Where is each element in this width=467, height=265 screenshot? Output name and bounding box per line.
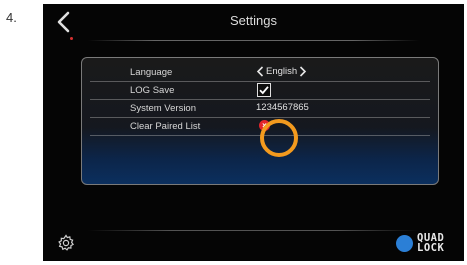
language-prev-chevron-icon[interactable] (256, 66, 265, 77)
language-label: Language (130, 67, 173, 78)
quad-lock-logo-text: QUAD LOCK (417, 233, 457, 254)
language-value: English (266, 66, 298, 77)
clear-paired-list-label: Clear Paired List (130, 121, 201, 132)
device-screen: Settings Language English LOG Save Syste… (43, 4, 464, 261)
footer-divider (88, 230, 419, 231)
language-next-chevron-icon[interactable] (298, 66, 307, 77)
step-number: 4. (6, 10, 17, 25)
page-title: Settings (230, 13, 277, 28)
system-version-row: System Version 1234567865 (90, 100, 430, 118)
quad-lock-logo-icon (396, 235, 413, 252)
log-save-checkbox[interactable] (257, 83, 271, 97)
highlight-circle (260, 119, 298, 157)
gear-icon[interactable] (57, 234, 75, 252)
language-row: Language English (90, 64, 430, 82)
header-divider (88, 40, 419, 41)
log-save-row: LOG Save (90, 82, 430, 100)
system-version-label: System Version (130, 103, 196, 114)
indicator-dot (70, 37, 73, 40)
settings-panel: Language English LOG Save System Version (81, 57, 439, 185)
system-version-value: 1234567865 (256, 102, 309, 113)
language-selector: English (256, 66, 307, 77)
checkmark-icon (259, 86, 269, 95)
logo-line-2: LOCK (417, 242, 445, 254)
log-save-label: LOG Save (130, 85, 175, 96)
